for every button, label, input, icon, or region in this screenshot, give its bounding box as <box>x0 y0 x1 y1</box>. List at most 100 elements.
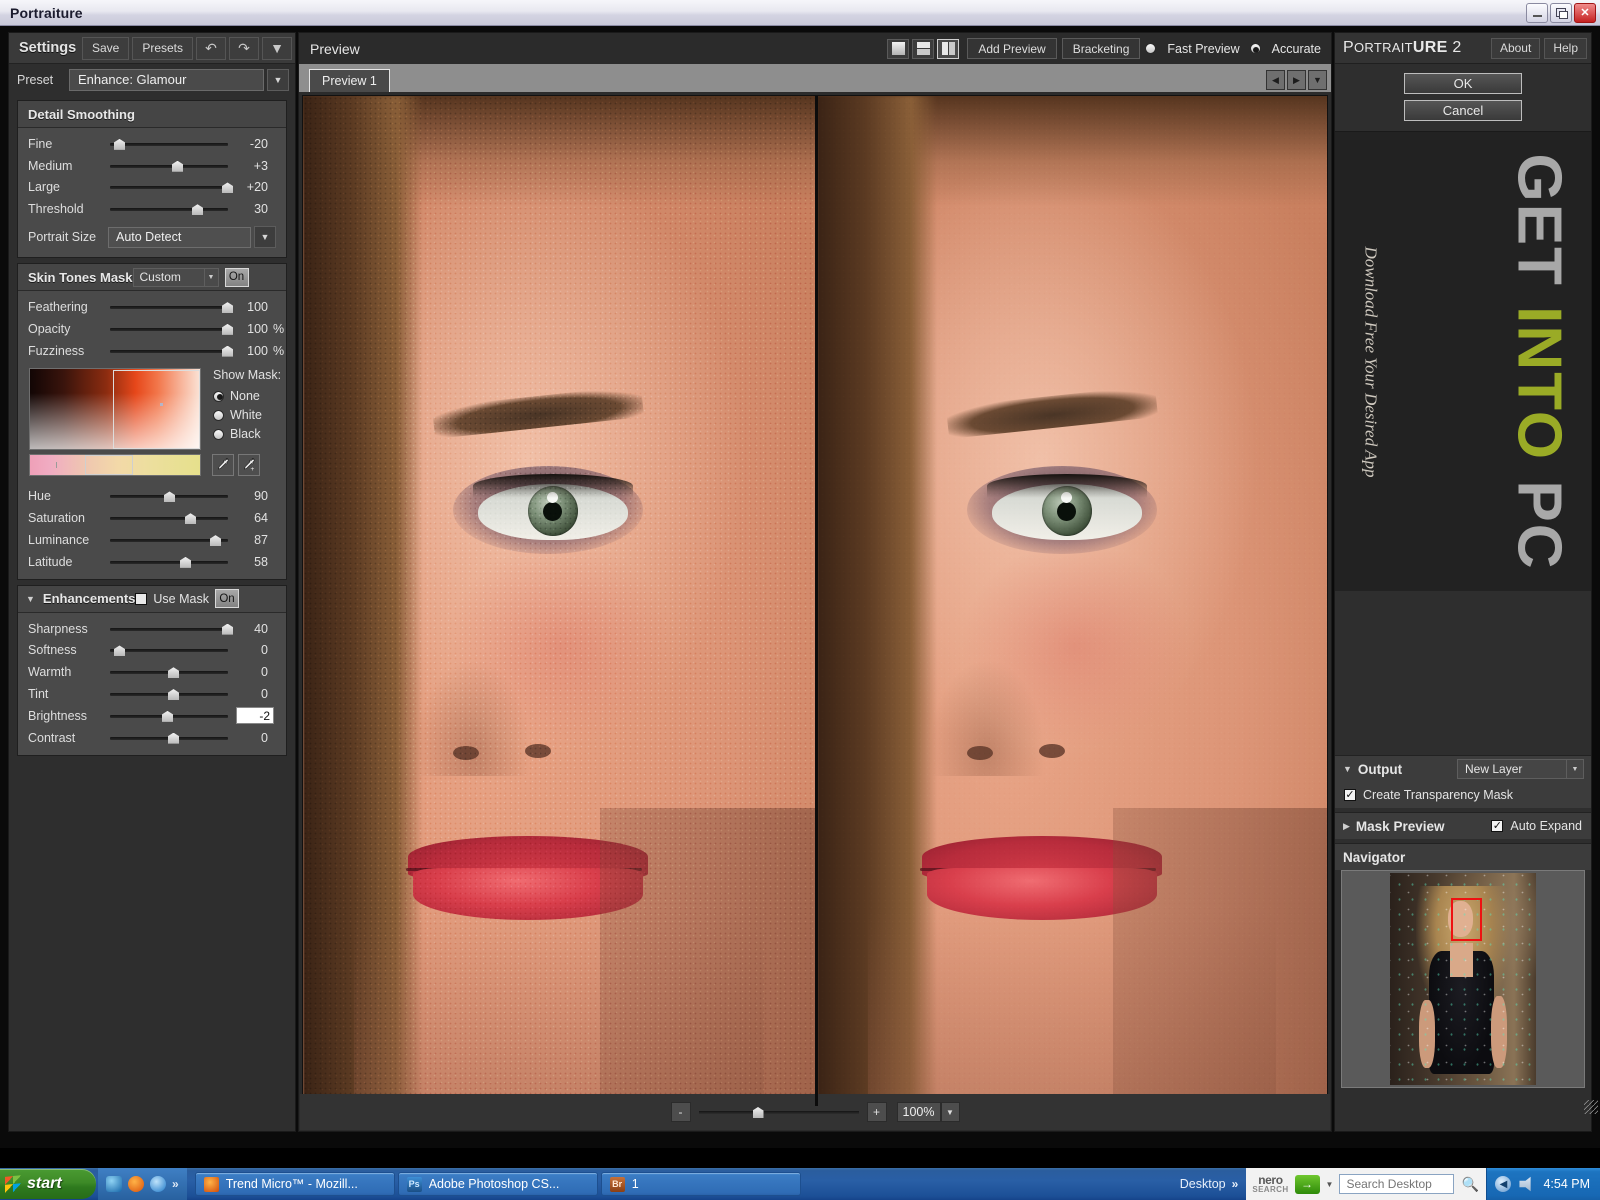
minimize-button[interactable] <box>1526 2 1548 23</box>
show-mask-option-none[interactable]: None <box>213 387 281 406</box>
zoom-in-button[interactable]: + <box>866 1102 887 1122</box>
show-mask-option-white[interactable]: White <box>213 406 281 425</box>
preview-split-divider[interactable] <box>815 96 818 1106</box>
start-button[interactable]: start <box>0 1169 96 1199</box>
tab-preview-1[interactable]: Preview 1 <box>309 69 390 92</box>
slider-knob[interactable] <box>168 667 179 679</box>
preset-select[interactable]: Enhance: Glamour <box>69 68 264 91</box>
radio-icon[interactable] <box>213 409 224 421</box>
slider-latitude[interactable] <box>110 556 228 568</box>
eyedropper-icon[interactable] <box>212 453 234 476</box>
slider-knob[interactable] <box>114 645 125 657</box>
zoom-level-value[interactable]: 100% <box>896 1102 941 1122</box>
slider-knob[interactable] <box>180 556 191 568</box>
output-mode-arrow-icon[interactable]: ▼ <box>1567 759 1584 779</box>
radio-icon[interactable] <box>213 428 224 440</box>
undo-button[interactable]: ↶ <box>196 36 226 60</box>
radio-icon[interactable] <box>213 390 224 402</box>
slider-medium[interactable] <box>110 160 228 172</box>
firefox-quicklaunch-icon[interactable] <box>128 1176 144 1192</box>
show-mask-option-black[interactable]: Black <box>213 425 281 444</box>
taskbar-clock[interactable]: 4:54 PM <box>1543 1177 1590 1191</box>
desktop-toolbar-overflow-icon[interactable]: » <box>1232 1177 1239 1191</box>
enhancements-toggle[interactable]: On <box>214 589 239 609</box>
skin-tones-mask-header[interactable]: Skin Tones Mask Custom ▼ On <box>18 264 286 292</box>
navigator-viewport-rect[interactable] <box>1451 898 1482 941</box>
slider-value-input[interactable]: -2 <box>236 707 274 725</box>
slider-saturation[interactable] <box>110 512 228 525</box>
slider-hue[interactable] <box>110 490 228 503</box>
slider-luminance[interactable] <box>110 534 228 547</box>
close-button[interactable]: ✕ <box>1574 2 1596 23</box>
slider-warmth[interactable] <box>110 666 228 679</box>
bracketing-button[interactable]: Bracketing <box>1061 38 1141 59</box>
preset-dropdown-arrow-icon[interactable]: ▼ <box>267 68 289 91</box>
mask-preview-header[interactable]: ▶ Mask Preview ✓ Auto Expand <box>1335 812 1591 839</box>
auto-expand-checkbox[interactable]: ✓ <box>1491 820 1504 832</box>
skin-tone-gradient-picker[interactable] <box>29 367 201 450</box>
fast-preview-option[interactable]: Fast Preview <box>1145 42 1240 56</box>
quick-launch-overflow-icon[interactable]: » <box>172 1177 179 1191</box>
slider-contrast[interactable] <box>110 732 228 744</box>
zoom-dropdown-arrow-icon[interactable]: ▼ <box>940 1102 960 1122</box>
slider-feathering[interactable] <box>110 301 233 314</box>
use-mask-checkbox[interactable] <box>135 592 148 605</box>
output-header[interactable]: ▼ Output New Layer ▼ <box>1335 755 1591 782</box>
slider-opacity[interactable] <box>110 323 233 335</box>
help-button[interactable]: Help <box>1544 37 1587 59</box>
preview-original-half[interactable] <box>303 96 815 1106</box>
slider-knob[interactable] <box>168 732 179 744</box>
slider-fine[interactable] <box>110 138 228 150</box>
tray-show-hidden-icon[interactable]: ◀ <box>1495 1176 1512 1192</box>
skin-tones-mask-toggle[interactable]: On <box>224 267 249 287</box>
search-desktop-input[interactable] <box>1339 1174 1455 1194</box>
detail-smoothing-header[interactable]: Detail Smoothing <box>18 101 286 128</box>
desktop-toolbar[interactable]: Desktop » <box>1172 1177 1247 1191</box>
preview-retouched-half[interactable] <box>815 96 1327 1106</box>
nero-go-button[interactable]: → <box>1294 1174 1320 1194</box>
tab-next-button[interactable]: ▶ <box>1287 70 1306 90</box>
navigator-thumbnail[interactable] <box>1390 873 1536 1085</box>
slider-knob[interactable] <box>162 710 173 722</box>
slider-knob[interactable] <box>192 204 203 216</box>
redo-button[interactable]: ↷ <box>229 36 259 60</box>
cancel-button[interactable]: Cancel <box>1404 100 1522 121</box>
accurate-radio[interactable] <box>1249 43 1261 54</box>
hue-range-strip[interactable] <box>29 453 201 476</box>
add-preview-button[interactable]: Add Preview <box>967 38 1057 59</box>
view-split-vertical-icon[interactable] <box>937 38 960 59</box>
preview-image-area[interactable] <box>302 95 1328 1107</box>
slider-knob[interactable] <box>168 689 179 701</box>
taskbar-task[interactable]: Ps Adobe Photoshop CS... <box>397 1172 598 1196</box>
tab-prev-button[interactable]: ◀ <box>1266 70 1285 90</box>
fast-preview-radio[interactable] <box>1145 43 1157 54</box>
about-button[interactable]: About <box>1490 37 1541 59</box>
slider-threshold[interactable] <box>110 203 228 216</box>
zoom-slider[interactable] <box>698 1105 859 1119</box>
navigator-thumbnail-box[interactable] <box>1341 870 1585 1088</box>
portrait-size-dropdown-arrow-icon[interactable]: ▼ <box>254 226 276 249</box>
taskbar-task[interactable]: Br 1 <box>600 1172 801 1196</box>
skin-tones-mode-arrow-icon[interactable]: ▼ <box>204 267 219 287</box>
taskbar-task[interactable]: Trend Micro™ - Mozill... <box>194 1172 395 1196</box>
accurate-option[interactable]: Accurate <box>1249 42 1321 56</box>
volume-icon[interactable] <box>1519 1176 1531 1192</box>
search-magnifier-icon[interactable]: 🔍 <box>1460 1174 1480 1194</box>
restore-button[interactable] <box>1550 2 1572 23</box>
internet-explorer-icon[interactable] <box>150 1176 166 1192</box>
zoom-out-button[interactable]: - <box>670 1102 691 1122</box>
save-button[interactable]: Save <box>81 36 130 60</box>
transparency-mask-row[interactable]: ✓ Create Transparency Mask <box>1335 782 1591 808</box>
enhancements-header[interactable]: ▼ Enhancements Use Mask On <box>18 585 286 613</box>
slider-knob[interactable] <box>185 513 196 525</box>
slider-fuzziness[interactable] <box>110 345 233 357</box>
skin-tones-mode-select[interactable]: Custom <box>132 267 205 287</box>
window-resize-grip[interactable] <box>1584 1100 1598 1114</box>
outlook-icon[interactable] <box>106 1176 122 1192</box>
tab-menu-button[interactable]: ▼ <box>1308 70 1327 90</box>
transparency-mask-checkbox[interactable]: ✓ <box>1344 789 1356 801</box>
slider-softness[interactable] <box>110 644 228 657</box>
nero-go-dropdown-icon[interactable]: ▼ <box>1326 1180 1334 1189</box>
slider-knob[interactable] <box>114 138 125 150</box>
portrait-size-select[interactable]: Auto Detect <box>108 226 251 248</box>
